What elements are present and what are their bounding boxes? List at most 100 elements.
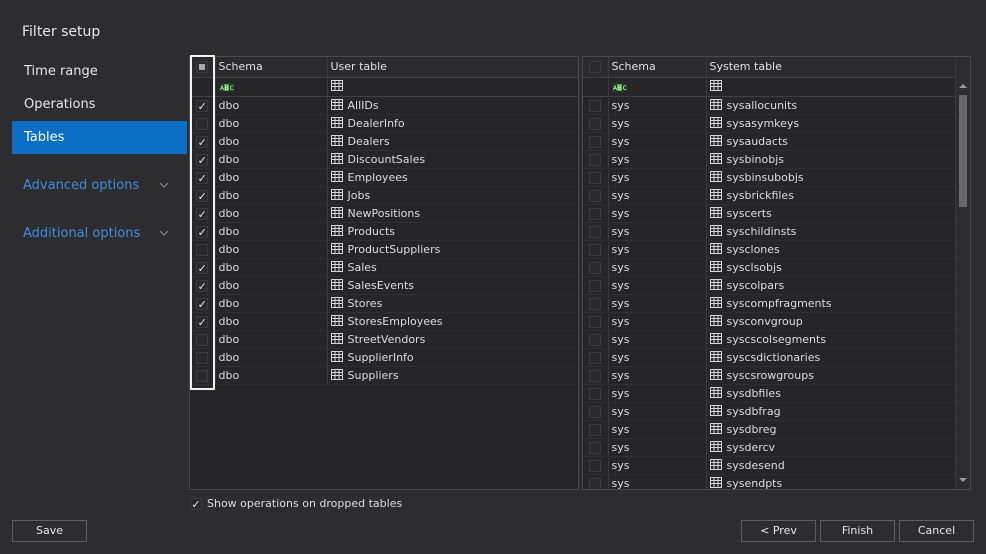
row-checkbox[interactable] <box>583 312 609 331</box>
row-checkbox[interactable]: ✓ <box>190 222 216 241</box>
table-row[interactable]: ✓ dbo Employees <box>190 168 578 187</box>
table-row[interactable]: dbo Suppliers <box>190 366 578 385</box>
row-checkbox[interactable] <box>583 240 609 259</box>
table-row[interactable]: sys sysbrickfiles <box>583 186 957 205</box>
row-checkbox[interactable] <box>190 114 216 133</box>
row-checkbox[interactable] <box>583 366 609 385</box>
row-checkbox[interactable] <box>583 402 609 421</box>
row-checkbox[interactable] <box>583 438 609 457</box>
row-checkbox[interactable] <box>583 474 609 489</box>
table-row[interactable]: sys sysallocunits <box>583 96 957 115</box>
table-row[interactable]: sys syscsdictionaries <box>583 348 957 367</box>
system-schema-filter-cell[interactable]: A B C <box>608 77 707 97</box>
row-checkbox[interactable]: ✓ <box>190 294 216 313</box>
chevron-down-icon[interactable] <box>158 179 170 191</box>
row-checkbox[interactable]: ✓ <box>190 258 216 277</box>
prev-button[interactable]: < Prev <box>741 520 816 542</box>
row-checkbox[interactable]: ✓ <box>190 168 216 187</box>
row-checkbox[interactable] <box>583 204 609 223</box>
scroll-up-icon[interactable] <box>956 79 970 93</box>
row-checkbox[interactable]: ✓ <box>190 96 216 115</box>
system-schema-column-header[interactable]: Schema <box>608 57 707 78</box>
schema-filter-cell[interactable]: A B C <box>215 77 328 97</box>
row-checkbox[interactable] <box>583 330 609 349</box>
row-checkbox[interactable]: ✓ <box>190 132 216 151</box>
row-checkbox[interactable] <box>583 132 609 151</box>
table-row[interactable]: ✓ dbo SalesEvents <box>190 276 578 295</box>
system-table-column-header[interactable]: System table <box>706 57 957 78</box>
nav-item-tables[interactable]: Tables <box>12 121 187 154</box>
table-row[interactable]: ✓ dbo Stores <box>190 294 578 313</box>
table-row[interactable]: sys syschildinsts <box>583 222 957 241</box>
table-row[interactable]: sys sysdbreg <box>583 420 957 439</box>
table-row[interactable]: sys syscerts <box>583 204 957 223</box>
table-row[interactable]: sys syscsrowgroups <box>583 366 957 385</box>
table-row[interactable]: sys sysendpts <box>583 474 957 489</box>
table-row[interactable]: dbo DealerInfo <box>190 114 578 133</box>
additional-options-link[interactable]: Additional options <box>23 226 140 241</box>
user-table-column-header[interactable]: User table <box>327 57 578 78</box>
table-row[interactable]: sys sysclsobjs <box>583 258 957 277</box>
finish-button[interactable]: Finish <box>820 520 895 542</box>
table-row[interactable]: sys sysdbfiles <box>583 384 957 403</box>
table-row[interactable]: sys syscompfragments <box>583 294 957 313</box>
table-row[interactable]: dbo SupplierInfo <box>190 348 578 367</box>
row-checkbox[interactable] <box>583 222 609 241</box>
table-row[interactable]: sys sysaudacts <box>583 132 957 151</box>
vertical-scrollbar[interactable] <box>955 57 970 489</box>
nav-item-operations[interactable]: Operations <box>12 88 187 121</box>
table-row[interactable]: ✓ dbo Dealers <box>190 132 578 151</box>
row-checkbox[interactable] <box>583 168 609 187</box>
cancel-button[interactable]: Cancel <box>899 520 974 542</box>
row-checkbox[interactable] <box>583 456 609 475</box>
table-row[interactable]: ✓ dbo NewPositions <box>190 204 578 223</box>
scroll-down-icon[interactable] <box>956 473 970 487</box>
table-row[interactable]: sys sysbinobjs <box>583 150 957 169</box>
select-all-checkbox[interactable] <box>190 57 216 78</box>
table-row[interactable]: dbo StreetVendors <box>190 330 578 349</box>
show-dropped-option[interactable]: ✓ Show operations on dropped tables <box>190 497 402 510</box>
row-checkbox[interactable] <box>583 276 609 295</box>
row-checkbox[interactable] <box>583 186 609 205</box>
table-row[interactable]: ✓ dbo Jobs <box>190 186 578 205</box>
chevron-down-icon[interactable] <box>158 227 170 239</box>
scrollbar-thumb[interactable] <box>959 95 967 207</box>
table-row[interactable]: ✓ dbo DiscountSales <box>190 150 578 169</box>
row-checkbox[interactable] <box>583 420 609 439</box>
nav-item-time-range[interactable]: Time range <box>12 55 187 88</box>
row-checkbox[interactable]: ✓ <box>190 276 216 295</box>
row-checkbox[interactable]: ✓ <box>190 186 216 205</box>
table-row[interactable]: ✓ dbo AllIDs <box>190 96 578 115</box>
row-checkbox[interactable] <box>583 258 609 277</box>
table-row[interactable]: sys sysconvgroup <box>583 312 957 331</box>
row-checkbox[interactable] <box>190 366 216 385</box>
row-checkbox[interactable]: ✓ <box>190 204 216 223</box>
save-button[interactable]: Save <box>12 520 87 542</box>
row-checkbox[interactable]: ✓ <box>190 150 216 169</box>
system-table-filter-cell[interactable] <box>706 77 957 97</box>
table-row[interactable]: ✓ dbo Sales <box>190 258 578 277</box>
row-checkbox[interactable] <box>583 348 609 367</box>
row-checkbox[interactable] <box>190 348 216 367</box>
table-row[interactable]: sys sysdesend <box>583 456 957 475</box>
schema-column-header[interactable]: Schema <box>215 57 328 78</box>
table-row[interactable]: ✓ dbo Products <box>190 222 578 241</box>
table-row[interactable]: sys sysdbfrag <box>583 402 957 421</box>
table-row[interactable]: sys sysdercv <box>583 438 957 457</box>
row-checkbox[interactable] <box>583 96 609 115</box>
table-row[interactable]: sys sysasymkeys <box>583 114 957 133</box>
table-row[interactable]: dbo ProductSuppliers <box>190 240 578 259</box>
row-checkbox[interactable] <box>583 114 609 133</box>
table-row[interactable]: sys syscscolsegments <box>583 330 957 349</box>
table-row[interactable]: sys sysbinsubobjs <box>583 168 957 187</box>
advanced-options-link[interactable]: Advanced options <box>23 178 139 193</box>
row-checkbox[interactable] <box>583 384 609 403</box>
row-checkbox[interactable] <box>583 294 609 313</box>
table-row[interactable]: sys sysclones <box>583 240 957 259</box>
row-checkbox[interactable] <box>190 240 216 259</box>
table-filter-cell[interactable] <box>327 77 578 97</box>
show-dropped-checkbox[interactable]: ✓ <box>190 497 202 510</box>
select-all-system-checkbox[interactable] <box>583 57 609 78</box>
table-row[interactable]: sys syscolpars <box>583 276 957 295</box>
row-checkbox[interactable]: ✓ <box>190 312 216 331</box>
